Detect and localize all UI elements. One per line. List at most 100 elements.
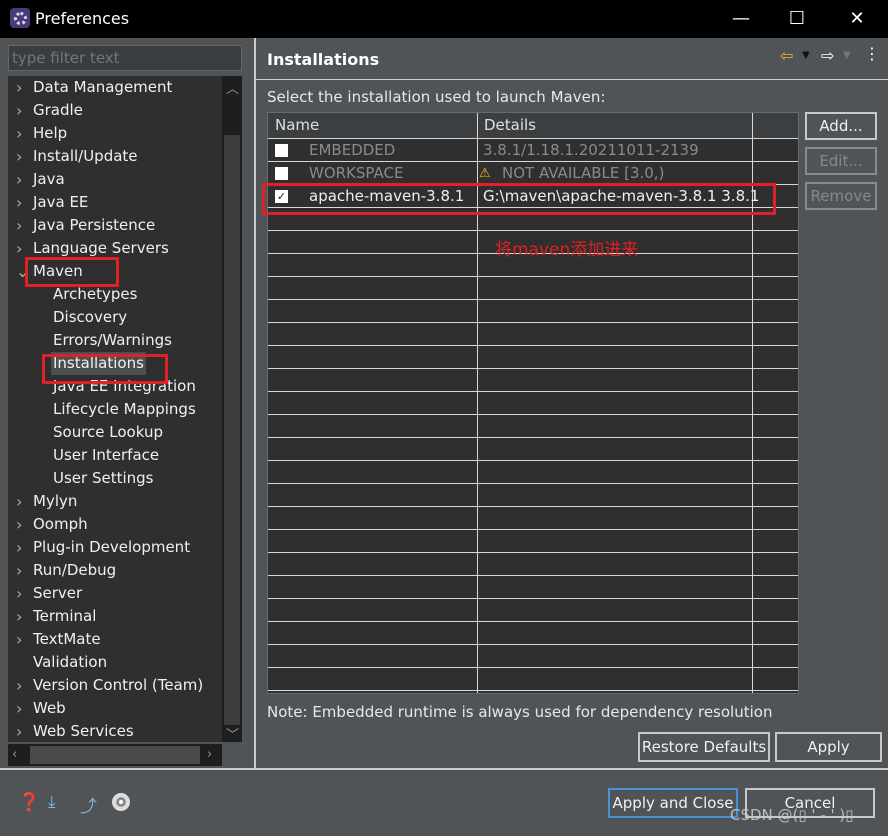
tree-item[interactable]: User Interface <box>8 444 222 467</box>
export-icon[interactable]: ⤴ <box>80 792 100 817</box>
tree-item[interactable]: › TextMate <box>8 628 222 651</box>
row-checkbox[interactable] <box>275 167 288 180</box>
tree-item[interactable]: › Server <box>8 582 222 605</box>
maximize-button[interactable]: ☐ <box>782 6 812 32</box>
minimize-button[interactable]: — <box>726 6 756 32</box>
highlight-box-installations <box>42 354 168 384</box>
tree-item[interactable]: › Version Control (Team) <box>8 674 222 697</box>
chevron-right-icon[interactable]: › <box>16 237 22 260</box>
chevron-right-icon[interactable]: › <box>16 582 22 605</box>
tree-item[interactable]: › Web <box>8 697 222 720</box>
tree-item[interactable]: User Settings <box>8 467 222 490</box>
chevron-right-icon[interactable]: › <box>16 513 22 536</box>
more-menu-icon[interactable]: ⋮ <box>864 44 880 63</box>
tree-item[interactable]: › Run/Debug <box>8 559 222 582</box>
tree-item[interactable]: Errors/Warnings <box>8 329 222 352</box>
scroll-left-icon[interactable]: ‹ <box>12 747 17 762</box>
tree-item[interactable]: › Web Services <box>8 720 222 742</box>
grid-line <box>268 299 798 300</box>
chevron-right-icon[interactable]: › <box>16 559 22 582</box>
grid-line <box>268 690 798 691</box>
tree-item[interactable]: › Java Persistence <box>8 214 222 237</box>
grid-line <box>268 667 798 668</box>
tree-item-label: Source Lookup <box>53 423 163 441</box>
tree-item[interactable]: Discovery <box>8 306 222 329</box>
horizontal-scrollbar-thumb[interactable] <box>30 746 200 764</box>
edit-button[interactable]: Edit... <box>805 147 877 175</box>
note-text: Note: Embedded runtime is always used fo… <box>267 703 773 721</box>
tree-item[interactable]: › Java <box>8 168 222 191</box>
help-icon[interactable]: ❓ <box>18 792 40 813</box>
forward-icon[interactable]: ⇨ <box>821 46 834 65</box>
tree-item[interactable]: Validation <box>8 651 222 674</box>
splitter[interactable] <box>254 38 256 768</box>
tree-item-label: Java EE <box>33 193 89 211</box>
highlight-box-row <box>262 183 776 215</box>
chevron-right-icon[interactable]: › <box>16 191 22 214</box>
grid-line <box>268 437 798 438</box>
forward-dropdown-icon[interactable]: ▼ <box>843 50 851 61</box>
grid-line <box>268 322 798 323</box>
tree-item-label: Plug-in Development <box>33 538 191 556</box>
row-checkbox[interactable] <box>275 144 288 157</box>
chevron-right-icon[interactable]: › <box>16 490 22 513</box>
filter-input[interactable] <box>8 45 242 71</box>
close-button[interactable]: ✕ <box>842 6 872 32</box>
chevron-right-icon[interactable]: › <box>16 536 22 559</box>
chevron-right-icon[interactable]: › <box>16 99 22 122</box>
page-title: Installations <box>267 50 380 69</box>
oomph-icon[interactable] <box>112 793 130 811</box>
scroll-right-icon[interactable]: › <box>207 747 212 762</box>
tree-item-label: Lifecycle Mappings <box>53 400 196 418</box>
cell-name: WORKSPACE <box>309 164 404 182</box>
tree-item[interactable]: › Gradle <box>8 99 222 122</box>
tree-item[interactable]: › Install/Update <box>8 145 222 168</box>
grid-line <box>268 368 798 369</box>
chevron-right-icon[interactable]: › <box>16 168 22 191</box>
cell-details: NOT AVAILABLE [3.0,) <box>502 164 665 182</box>
tree-item[interactable]: Source Lookup <box>8 421 222 444</box>
window-title: Preferences <box>35 9 130 28</box>
grid-line <box>268 552 798 553</box>
column-header-details[interactable]: Details <box>477 113 752 138</box>
tree-item[interactable]: › Help <box>8 122 222 145</box>
column-header-empty <box>752 113 798 138</box>
chevron-right-icon[interactable]: › <box>16 214 22 237</box>
add-button[interactable]: Add... <box>805 112 877 140</box>
grid-line <box>268 598 798 599</box>
tree-item[interactable]: › Oomph <box>8 513 222 536</box>
tree-item[interactable]: › Terminal <box>8 605 222 628</box>
scroll-down-icon[interactable]: ﹀ <box>226 724 239 743</box>
watermark: CSDN @(▯ ' - ' )▯ <box>730 806 854 824</box>
remove-button[interactable]: Remove <box>805 182 877 210</box>
chevron-right-icon[interactable]: › <box>16 674 22 697</box>
chevron-right-icon[interactable]: › <box>16 605 22 628</box>
import-icon[interactable]: ⤓ <box>48 792 68 812</box>
tree-item[interactable]: › Java EE <box>8 191 222 214</box>
scroll-up-icon[interactable]: ︿ <box>226 78 239 97</box>
tree-item[interactable]: Lifecycle Mappings <box>8 398 222 421</box>
chevron-right-icon[interactable]: › <box>16 76 22 99</box>
table-row[interactable]: EMBEDDED 3.8.1/1.18.1.20211011-2139 <box>268 139 798 162</box>
chevron-right-icon[interactable]: › <box>16 628 22 651</box>
tree-item-label: Java Persistence <box>33 216 156 234</box>
chevron-right-icon[interactable]: › <box>16 122 22 145</box>
vertical-scrollbar-thumb[interactable] <box>224 135 240 725</box>
tree-item-label: Discovery <box>53 308 128 326</box>
grid-line <box>268 276 798 277</box>
restore-defaults-button[interactable]: Restore Defaults <box>638 732 770 762</box>
table-row[interactable]: WORKSPACE ⚠ NOT AVAILABLE [3.0,) <box>268 162 798 185</box>
column-header-name[interactable]: Name <box>268 113 477 138</box>
apply-and-close-button[interactable]: Apply and Close <box>608 788 738 818</box>
chevron-right-icon[interactable]: › <box>16 697 22 720</box>
tree-item[interactable]: › Plug-in Development <box>8 536 222 559</box>
chevron-right-icon[interactable]: › <box>16 145 22 168</box>
tree-item[interactable]: › Mylyn <box>8 490 222 513</box>
back-dropdown-icon[interactable]: ▼ <box>802 50 810 61</box>
chevron-right-icon[interactable]: › <box>16 720 22 742</box>
tree-item[interactable]: › Data Management <box>8 76 222 99</box>
grid-line <box>268 575 798 576</box>
back-icon[interactable]: ⇦ <box>780 46 793 65</box>
apply-button[interactable]: Apply <box>775 732 882 762</box>
grid-line <box>268 621 798 622</box>
